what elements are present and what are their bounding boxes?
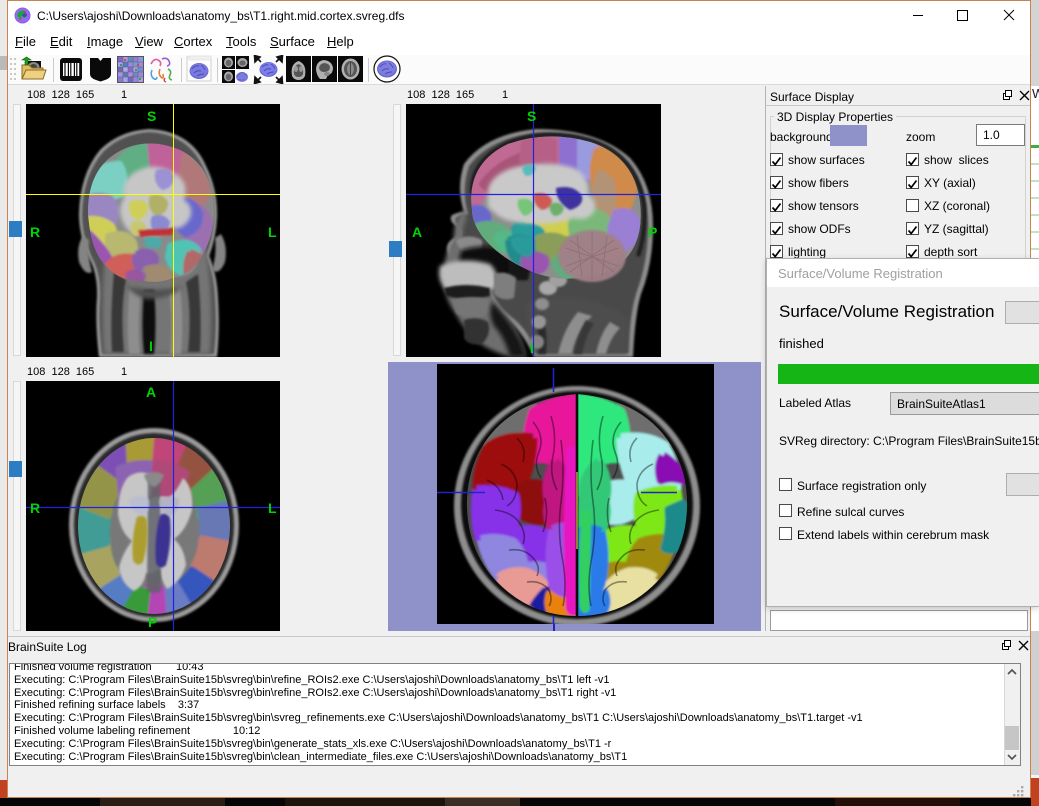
svg-text:S: S [147,108,156,124]
svg-text:L: L [268,500,277,516]
svg-text:S: S [527,108,536,124]
svg-text:A: A [146,384,156,400]
svg-text:R: R [30,224,40,240]
svg-text:I: I [530,340,534,356]
svg-text:P: P [148,614,157,630]
svg-text:L: L [268,224,277,240]
svg-text:R: R [30,500,40,516]
svg-text:A: A [412,224,422,240]
svg-text:P: P [648,224,657,240]
svg-text:I: I [149,338,153,354]
